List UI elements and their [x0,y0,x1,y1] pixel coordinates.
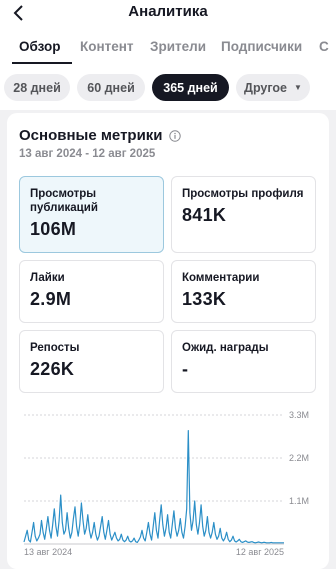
tab-overview[interactable]: Обзор [19,39,61,54]
period-label: 28 дней [13,80,61,95]
y-tick-label: 3.3M [289,410,309,420]
y-tick-label: 1.1M [289,496,309,506]
tab-viewers[interactable]: Зрители [150,39,206,54]
analytics-tabs: Обзор Контент Зрители Подписчики С [0,26,336,64]
tab-content[interactable]: Контент [80,39,134,54]
caret-down-icon: ▼ [294,83,302,92]
x-tick-label: 13 авг 2024 [24,547,72,557]
period-60-days[interactable]: 60 дней [77,74,145,101]
period-selector: 28 дней 60 дней 365 дней Другое ▼ [0,64,336,110]
top-bar: Аналитика [0,0,336,26]
period-label: 365 дней [163,80,218,95]
period-other-dropdown[interactable]: Другое ▼ [236,74,310,101]
period-label: Другое [244,80,288,95]
tab-followers[interactable]: Подписчики [221,39,302,54]
period-28-days[interactable]: 28 дней [4,74,70,101]
views-line-chart[interactable]: 3.3M 2.2M 1.1M 13 авг 2024 12 авг 2025 [7,113,329,569]
key-metrics-card: Основные метрики 13 авг 2024 - 12 авг 20… [7,113,329,569]
series-line [23,430,284,544]
page-title: Аналитика [128,3,208,20]
x-tick-label: 12 авг 2025 [236,547,284,557]
y-tick-label: 2.2M [289,453,309,463]
period-label: 60 дней [87,80,135,95]
period-365-days[interactable]: 365 дней [152,74,229,101]
tab-more[interactable]: С [319,39,329,54]
